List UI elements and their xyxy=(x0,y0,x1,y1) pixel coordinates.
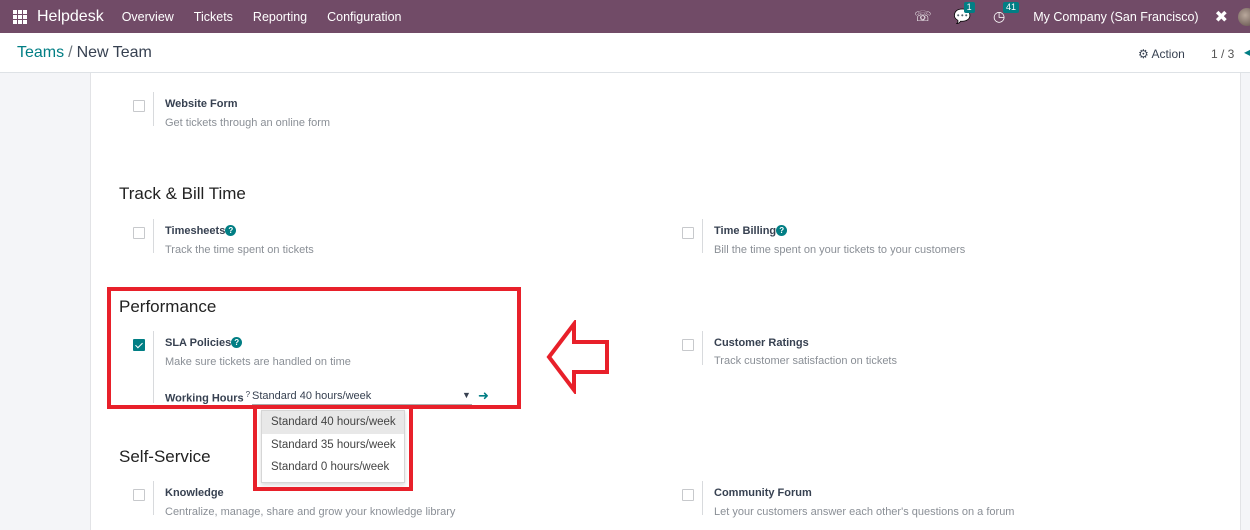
setting-desc: Get tickets through an online form xyxy=(165,117,331,129)
activities-badge: 41 xyxy=(1003,2,1020,13)
top-navbar: Helpdesk Overview Tickets Reporting Conf… xyxy=(0,0,1250,33)
messages-badge: 1 xyxy=(963,2,975,13)
form-sheet-left-margin xyxy=(0,73,91,530)
menu-tickets[interactable]: Tickets xyxy=(194,10,233,24)
app-brand[interactable]: Helpdesk xyxy=(37,8,104,26)
divider xyxy=(702,219,703,253)
menu-overview[interactable]: Overview xyxy=(122,10,174,24)
gear-icon: ⚙ xyxy=(1138,47,1149,61)
website-form-checkbox[interactable] xyxy=(133,100,145,112)
time-billing-label: Time Billing xyxy=(714,225,777,237)
divider xyxy=(153,481,154,515)
timesheets-checkbox[interactable] xyxy=(133,227,145,239)
help-icon[interactable]: ? xyxy=(776,225,788,236)
divider xyxy=(153,219,154,253)
time-billing-checkbox[interactable] xyxy=(682,227,694,239)
action-button[interactable]: ⚙ Action xyxy=(1138,47,1185,61)
divider xyxy=(153,92,154,126)
customer-ratings-checkbox[interactable] xyxy=(682,339,694,351)
setting-desc: Centralize, manage, share and grow your … xyxy=(165,506,456,518)
timesheets-label: Timesheets xyxy=(165,225,226,237)
tools-icon[interactable]: ✖ xyxy=(1215,7,1228,27)
setting-title: Customer Ratings xyxy=(714,337,809,349)
setting-title: Timesheets? xyxy=(165,225,237,237)
setting-title: Website Form xyxy=(165,98,238,110)
pager-prev-icon[interactable]: ◀ xyxy=(1244,45,1250,59)
phone-icon[interactable]: ☏ xyxy=(914,8,932,25)
community-forum-checkbox[interactable] xyxy=(682,489,694,501)
breadcrumb-teams[interactable]: Teams xyxy=(17,44,64,61)
apps-grid-icon[interactable] xyxy=(13,9,27,24)
divider xyxy=(702,481,703,515)
divider xyxy=(702,331,703,365)
section-heading-track-bill: Track & Bill Time xyxy=(119,184,246,203)
setting-desc: Track customer satisfaction on tickets xyxy=(714,355,897,367)
setting-title: Community Forum xyxy=(714,487,812,499)
setting-title: Time Billing? xyxy=(714,225,788,237)
activities-button[interactable]: ◷ 41 xyxy=(993,2,1020,25)
highlight-box-dropdown xyxy=(253,405,413,491)
setting-desc: Track the time spent on tickets xyxy=(165,244,314,256)
section-heading-self-service: Self-Service xyxy=(119,447,211,466)
menu-reporting[interactable]: Reporting xyxy=(253,10,307,24)
pager-value[interactable]: 1 / 3 xyxy=(1211,47,1234,61)
menu-configuration[interactable]: Configuration xyxy=(327,10,401,24)
messages-button[interactable]: 💬 1 xyxy=(954,2,975,25)
action-label: Action xyxy=(1151,47,1185,61)
breadcrumb-separator: / xyxy=(68,44,73,61)
form-sheet-right-margin xyxy=(1240,73,1250,530)
annotation-arrow-left-icon xyxy=(546,320,609,394)
control-panel: Teams / New Team ⚙ Action 1 / 3 ◀ xyxy=(0,33,1250,73)
user-avatar[interactable] xyxy=(1238,7,1250,26)
setting-title: Knowledge xyxy=(165,487,224,499)
setting-desc: Bill the time spent on your tickets to y… xyxy=(714,244,966,256)
knowledge-checkbox[interactable] xyxy=(133,489,145,501)
help-icon[interactable]: ? xyxy=(225,225,237,236)
highlight-box-performance xyxy=(107,287,521,409)
company-switcher[interactable]: My Company (San Francisco) xyxy=(1033,10,1198,24)
breadcrumb-current: New Team xyxy=(76,44,152,61)
setting-desc: Let your customers answer each other's q… xyxy=(714,506,1015,518)
breadcrumb: Teams / New Team xyxy=(17,44,152,62)
